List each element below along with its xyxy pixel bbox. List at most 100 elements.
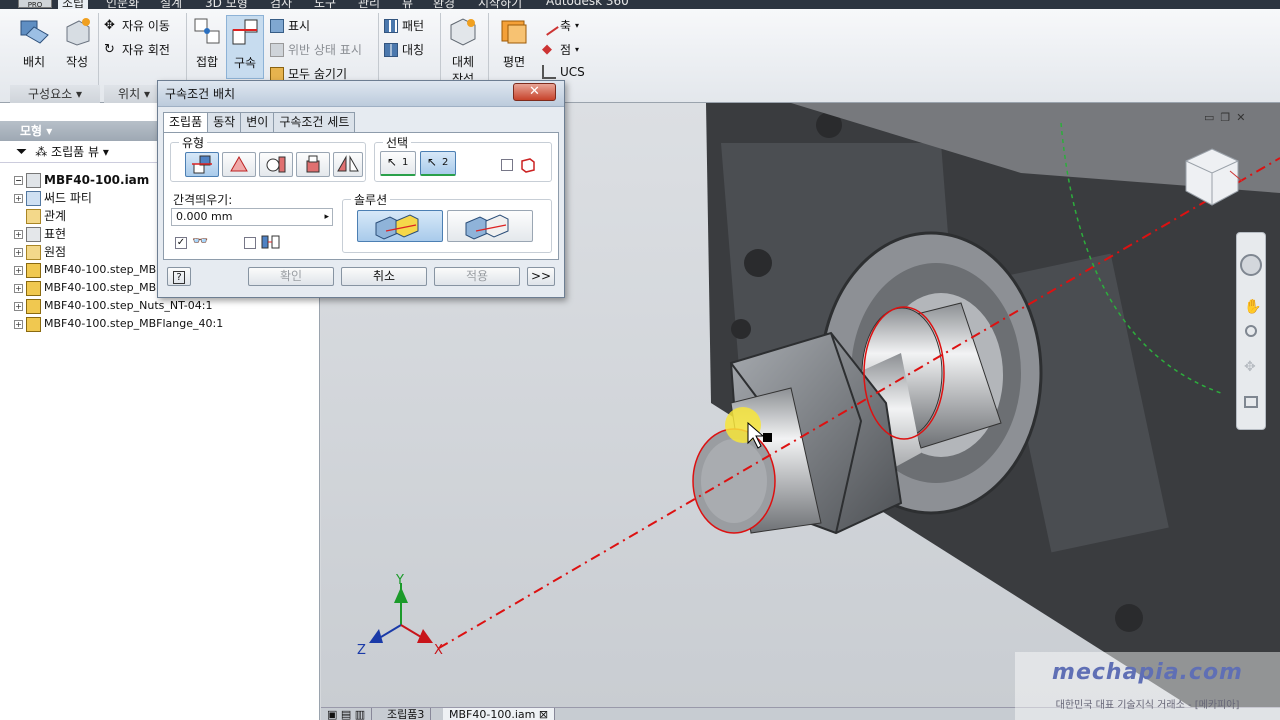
tab-manage[interactable]: 관리 [358, 0, 380, 9]
tab-design[interactable]: 설계 [160, 0, 182, 9]
create-button[interactable]: 작성 [60, 15, 94, 70]
tab-design-doc[interactable]: 인문화 [106, 0, 139, 9]
type-label: 유형 [179, 134, 208, 151]
tab-assembly[interactable]: 조립품 [163, 112, 209, 133]
expand-icon[interactable]: + [14, 301, 23, 311]
panel-label-position[interactable]: 위치 ▾ [104, 85, 164, 103]
tree-node-label: MBF40-100.step_MB [44, 281, 157, 294]
apply-button[interactable]: 적용 [434, 267, 520, 286]
rotate-icon: ↻ [104, 41, 115, 57]
minimize-icon[interactable]: ▭ [1204, 111, 1214, 124]
show-preview-checkbox[interactable]: ✓ [175, 237, 187, 249]
offset-input[interactable]: 0.000 mm ▸ [171, 208, 333, 226]
free-rotate-button[interactable]: ↻ 자유 회전 [104, 41, 170, 58]
work-axis-button[interactable]: 축 ▾ [539, 15, 579, 36]
place-button[interactable]: 배치 [16, 15, 52, 70]
tab-motion[interactable]: 동작 [207, 112, 242, 132]
work-plane-button[interactable]: 평면 [494, 15, 534, 70]
close-icon[interactable]: ⊠ [539, 708, 548, 720]
sick-constraint-icon [270, 42, 284, 57]
work-point-button[interactable]: ◆ 점 ▾ [542, 41, 579, 58]
move-icon: ✥ [104, 17, 115, 33]
tangent-button[interactable] [259, 152, 293, 177]
tree-node-part[interactable]: + MBF40-100.step_Nuts_NT-04:1 [14, 297, 223, 315]
axis-label: 축 [560, 19, 572, 33]
mate-button[interactable] [185, 152, 219, 177]
tab-layout-icons[interactable]: ▣ ▤ ▥ [321, 708, 373, 720]
tab-assembly3[interactable]: 조립품3 [381, 708, 432, 720]
tab-inspect[interactable]: 검사 [270, 0, 292, 9]
expand-icon[interactable]: + [14, 229, 23, 239]
substitute-button[interactable]: 대체 작성 [446, 15, 480, 87]
constrain-button[interactable]: 구속 [226, 15, 264, 79]
tab-environment[interactable]: 환경 [433, 0, 455, 9]
tab-get-started[interactable]: 시작하기 [478, 0, 522, 9]
assembly-icon [26, 172, 41, 188]
select-first-label: 1 [402, 157, 409, 168]
predict-offset-checkbox[interactable] [244, 237, 256, 249]
cancel-button[interactable]: 취소 [341, 267, 427, 286]
ucs-button[interactable]: UCS [542, 65, 585, 79]
tab-tools[interactable]: 도구 [314, 0, 336, 9]
chevron-down-icon: ▾ [575, 45, 580, 54]
joint-label: 접합 [195, 55, 219, 69]
show-button[interactable]: 표시 [270, 17, 310, 34]
point-icon: ◆ [542, 41, 552, 57]
part-icon [26, 298, 41, 314]
mirror-icon [384, 42, 398, 57]
tab-view[interactable]: 뷰 [402, 0, 413, 9]
tab-constraint-set[interactable]: 구속조건 세트 [273, 112, 356, 132]
filter-icon[interactable]: ⏷ [16, 144, 27, 160]
solution-group: 솔루션 [342, 191, 552, 253]
angle-icon [230, 155, 248, 172]
assembly-view-selector[interactable]: ⁂ 조립품 뷰 ▾ [35, 143, 109, 160]
insert-button[interactable] [296, 152, 330, 177]
close-icon[interactable]: ✕ [1236, 111, 1245, 124]
expand-icon[interactable]: + [14, 319, 23, 329]
tab-assemble[interactable]: 조립 [58, 0, 89, 9]
ok-button[interactable]: 확인 [248, 267, 334, 286]
pick-part-first-checkbox[interactable] [501, 159, 513, 171]
expand-icon[interactable]: + [14, 265, 23, 275]
tree-node-part[interactable]: + MBF40-100.step_MBFlange_40:1 [14, 315, 223, 333]
glasses-icon: 👓 [192, 234, 209, 249]
mate-solution-button[interactable] [357, 210, 443, 242]
tab-3d-model[interactable]: 3D 모형 [205, 0, 248, 9]
axis-y-label: Y [395, 573, 404, 588]
tab-mbf40-iam[interactable]: MBF40-100.iam ⊠ [443, 708, 556, 720]
help-button[interactable]: ? [167, 267, 191, 286]
view-cube[interactable] [1180, 145, 1244, 215]
steering-wheel-icon [1240, 254, 1262, 276]
show-label: 표시 [288, 19, 311, 33]
restore-icon[interactable]: ❐ [1220, 111, 1230, 124]
dialog-titlebar[interactable]: 구속조건 배치 [158, 81, 564, 107]
tab-autodesk-360[interactable]: Autodesk 360 [546, 0, 629, 8]
show-sick-button[interactable]: 위반 상태 표시 [270, 41, 362, 58]
dialog-close-button[interactable]: ✕ [513, 83, 556, 101]
expand-icon[interactable]: + [14, 283, 23, 293]
tab-transitional[interactable]: 변이 [240, 112, 275, 132]
joint-button[interactable]: 접합 [190, 15, 224, 70]
select-first-button[interactable]: ↖ 1 [380, 151, 416, 176]
zoom-icon [1245, 325, 1257, 337]
panel-label-component[interactable]: 구성요소 ▾ [10, 85, 100, 103]
pattern-button[interactable]: 패턴 [384, 17, 424, 34]
collapse-icon[interactable]: − [14, 175, 23, 185]
chevron-right-icon[interactable]: ▸ [324, 209, 329, 225]
point-label: 점 [560, 43, 572, 57]
joint-icon [194, 18, 220, 44]
symmetry-button[interactable] [333, 152, 363, 177]
selection-label: 선택 [383, 134, 412, 151]
expand-icon[interactable]: + [14, 193, 23, 203]
watermark-tagline: 대한민국 대표 기술지식 거래소 - [메카피아] [1055, 700, 1240, 711]
select-second-button[interactable]: ↖ 2 [420, 151, 456, 176]
folder-icon [26, 244, 41, 260]
ucs-icon [542, 65, 556, 79]
expand-icon[interactable]: + [14, 247, 23, 257]
more-button[interactable]: >> [527, 267, 555, 286]
flush-solution-button[interactable] [447, 210, 533, 242]
mirror-button[interactable]: 대칭 [384, 41, 424, 58]
show-constraint-icon [270, 18, 284, 33]
angle-button[interactable] [222, 152, 256, 177]
free-move-button[interactable]: ✥ 자유 이동 [104, 17, 170, 34]
